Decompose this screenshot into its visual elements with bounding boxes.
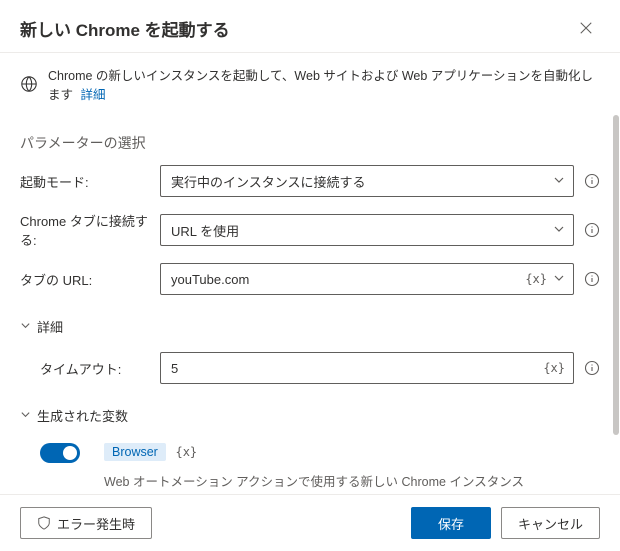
shield-icon <box>37 516 51 530</box>
chevron-down-icon <box>553 223 565 238</box>
close-button[interactable] <box>572 14 600 42</box>
advanced-label: 詳細 <box>37 317 63 336</box>
expression-token[interactable]: {x} <box>525 272 547 286</box>
timeout-value: 5 <box>171 361 543 376</box>
info-icon[interactable] <box>584 173 600 189</box>
variable-badge[interactable]: Browser <box>104 443 166 461</box>
dialog-footer: エラー発生時 保存 キャンセル <box>0 494 620 551</box>
tab-url-label: タブの URL: <box>20 270 160 289</box>
info-icon[interactable] <box>584 271 600 287</box>
connect-tab-label: Chrome タブに接続する: <box>20 211 160 249</box>
on-error-button[interactable]: エラー発生時 <box>20 507 152 539</box>
chevron-down-icon <box>20 319 31 334</box>
scrollbar-track[interactable] <box>613 115 619 494</box>
launch-mode-label: 起動モード: <box>20 172 160 191</box>
timeout-label: タイムアウト: <box>20 359 160 378</box>
scrollbar-thumb[interactable] <box>613 115 619 435</box>
save-button[interactable]: 保存 <box>411 507 491 539</box>
info-icon[interactable] <box>584 360 600 376</box>
parameters-heading: パラメーターの選択 <box>20 115 616 165</box>
connect-tab-select[interactable]: URL を使用 <box>160 214 574 246</box>
close-icon <box>579 21 593 35</box>
cancel-button[interactable]: キャンセル <box>501 507 600 539</box>
dialog-title: 新しい Chrome を起動する <box>20 16 230 41</box>
dialog-content: パラメーターの選択 起動モード: 実行中のインスタンスに接続する Chrome … <box>0 115 620 494</box>
variable-row: Browser {x} Web オートメーション アクションで使用する新しい C… <box>40 443 616 490</box>
advanced-toggle[interactable]: 詳細 <box>20 309 616 344</box>
cancel-label: キャンセル <box>518 514 583 533</box>
banner-text: Chrome の新しいインスタンスを起動して、Web サイトおよび Web アプ… <box>48 65 600 103</box>
info-banner: Chrome の新しいインスタンスを起動して、Web サイトおよび Web アプ… <box>0 53 620 115</box>
dialog: 新しい Chrome を起動する Chrome の新しいインスタンスを起動して、… <box>0 0 620 551</box>
row-connect-tab: Chrome タブに接続する: URL を使用 <box>20 211 616 249</box>
launch-mode-value: 実行中のインスタンスに接続する <box>171 172 365 191</box>
variable-token: {x} <box>175 445 197 459</box>
variable-description: Web オートメーション アクションで使用する新しい Chrome インスタンス <box>104 471 616 490</box>
variable-toggle[interactable] <box>40 443 80 463</box>
globe-icon <box>20 75 38 93</box>
launch-mode-select[interactable]: 実行中のインスタンスに接続する <box>160 165 574 197</box>
save-label: 保存 <box>438 514 464 533</box>
row-launch-mode: 起動モード: 実行中のインスタンスに接続する <box>20 165 616 197</box>
chevron-down-icon <box>553 174 565 189</box>
expression-token[interactable]: {x} <box>543 361 565 375</box>
connect-tab-value: URL を使用 <box>171 221 239 240</box>
on-error-label: エラー発生時 <box>57 514 135 533</box>
generated-vars-label: 生成された変数 <box>37 406 128 425</box>
chevron-down-icon[interactable] <box>553 272 565 287</box>
tab-url-input[interactable]: youTube.com {x} <box>160 263 574 295</box>
dialog-header: 新しい Chrome を起動する <box>0 0 620 53</box>
row-timeout: タイムアウト: 5 {x} <box>20 352 616 384</box>
generated-vars-toggle[interactable]: 生成された変数 <box>20 398 616 433</box>
banner-link[interactable]: 詳細 <box>81 88 106 102</box>
variable-block: Browser {x} Web オートメーション アクションで使用する新しい C… <box>104 443 616 490</box>
tab-url-value: youTube.com <box>171 272 525 287</box>
row-tab-url: タブの URL: youTube.com {x} <box>20 263 616 295</box>
chevron-down-icon <box>20 408 31 423</box>
timeout-input[interactable]: 5 {x} <box>160 352 574 384</box>
info-icon[interactable] <box>584 222 600 238</box>
